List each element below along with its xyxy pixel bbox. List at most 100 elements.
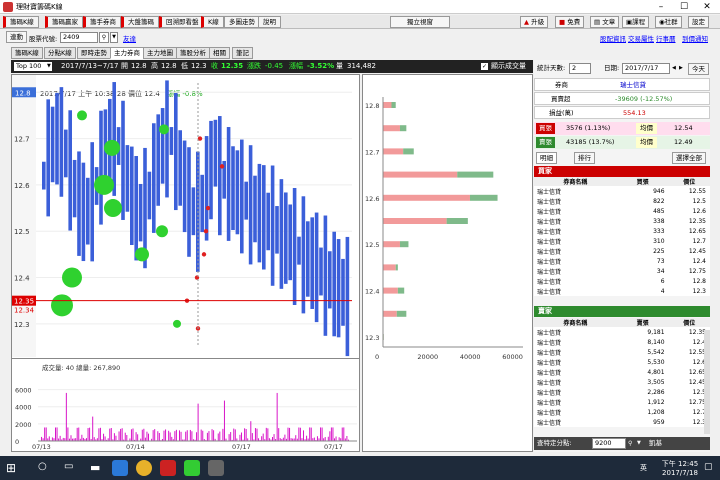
sync-button[interactable]: 連動 <box>6 31 27 43</box>
seller-row[interactable]: 瑞士信貸 1,912 12.75 <box>534 397 710 407</box>
today-button[interactable]: 今天 <box>688 63 709 75</box>
buyer-row[interactable]: 瑞士信貸 338 12.35 <box>534 216 710 226</box>
buyer-qty: 338 <box>653 217 665 225</box>
distribution-bar-pink <box>383 310 397 317</box>
buyer-row[interactable]: 瑞士信貸 6 12.8 <box>534 276 710 286</box>
price-distribution-panel[interactable]: 12.8 12.7 12.6 12.5 12.4 12.3 0 20000 40000 60000 <box>362 74 533 452</box>
buyer-row[interactable]: 瑞士信貸 34 12.75 <box>534 266 710 276</box>
menu-tab-replay[interactable]: 回溯即看盤 <box>159 16 204 28</box>
settings-button[interactable]: 設定 <box>688 16 709 28</box>
windows-start-icon[interactable]: ⊞ <box>6 461 16 475</box>
seller-row[interactable]: 瑞士信貸 9,181 12.35 <box>534 327 710 337</box>
seller-row[interactable]: 瑞士信貸 5,530 12.6 <box>534 357 710 367</box>
show-volume-checkbox[interactable]: ✓ <box>481 63 488 70</box>
community-button[interactable]: ◉社群 <box>655 16 682 28</box>
close-icon[interactable]: ✕ <box>696 0 718 14</box>
tab-branch-k[interactable]: 分點K線 <box>44 47 76 59</box>
sellers-col-price[interactable]: 價位 <box>669 318 710 327</box>
price-alert-link[interactable]: 到價通知 <box>682 33 708 43</box>
buyer-row[interactable]: 瑞士信貸 333 12.65 <box>534 226 710 236</box>
buyers-col-broker[interactable]: 券商名稱 <box>534 177 617 186</box>
tab-stock-analysis[interactable]: 籌股分析 <box>176 47 210 59</box>
menu-tab-multi[interactable]: 多圖走勢 <box>224 16 260 28</box>
date-prev-icon[interactable]: ◀ <box>672 62 676 75</box>
chrome-icon[interactable] <box>136 460 152 476</box>
tab-notes[interactable]: 筆記 <box>232 47 253 59</box>
calendar-link[interactable]: 行事曆 <box>656 33 676 43</box>
menu-tab-broker[interactable]: 籌手券商 <box>83 16 121 28</box>
menu-tab-market-chip[interactable]: 大盤籌碼 <box>121 16 159 28</box>
buyers-col-price[interactable]: 價位 <box>669 177 710 186</box>
buyers-col-qty[interactable]: 買張 <box>617 177 669 186</box>
low-value: 12.3 <box>191 62 207 70</box>
free-button[interactable]: ■ 免費 <box>555 16 585 28</box>
stock-name-link[interactable]: 友達 <box>123 33 136 43</box>
dropdown-chevron-icon[interactable]: ▼ <box>110 32 118 43</box>
volume-chart-panel[interactable]: 成交量: 40 總量: 267,890 0 2000 4000 6000 07/13 07… <box>11 358 360 452</box>
query-chevron-icon[interactable]: ▼ <box>637 437 641 450</box>
select-all-button[interactable]: 選擇全部 <box>672 152 706 164</box>
standalone-window-button[interactable]: 獨立視窗 <box>390 16 450 28</box>
article-label: 文章 <box>602 18 616 26</box>
seller-row[interactable]: 瑞士信貸 1,208 12.7 <box>534 407 710 417</box>
sellers-col-qty[interactable]: 賣張 <box>617 318 669 327</box>
broker-detail-panel: 統計天數: 2 日期: 2017/7/17 ◀ ▶ 今天 券商 瑞士信貸 買賣超… <box>534 60 710 452</box>
buyer-row[interactable]: 瑞士信貸 310 12.7 <box>534 236 710 246</box>
minimize-icon[interactable]: – <box>650 0 672 14</box>
tab-main-broker[interactable]: 主力券商 <box>110 47 144 59</box>
menu-tab-help[interactable]: 說明 <box>258 16 281 28</box>
buyer-row[interactable]: 瑞士信貸 4 12.3 <box>534 286 710 296</box>
sellers-col-broker[interactable]: 券商名稱 <box>534 318 617 327</box>
line-icon[interactable] <box>184 460 200 476</box>
date-input[interactable]: 2017/7/17 <box>622 63 670 74</box>
broker-name[interactable]: 瑞士信貸 <box>620 79 646 92</box>
date-next-icon[interactable]: ▶ <box>679 62 683 75</box>
buyer-row[interactable]: 瑞士信貸 946 12.55 <box>534 186 710 196</box>
seller-row[interactable]: 瑞士信貸 5,542 12.55 <box>534 347 710 357</box>
app-taskbar-icon[interactable] <box>160 460 176 476</box>
tab-detail[interactable]: 明細 <box>536 152 557 164</box>
menu-tab-chip-k[interactable]: 籌碼K線 <box>3 16 39 28</box>
calculator-icon[interactable] <box>208 460 224 476</box>
tab-main-map[interactable]: 主力地圖 <box>143 47 177 59</box>
maximize-icon[interactable]: ☐ <box>673 0 695 14</box>
candle-bar <box>310 217 314 309</box>
volume-y-tick: 6000 <box>15 387 32 395</box>
tab-chip-k[interactable]: 籌碼K線 <box>11 47 43 59</box>
menu-tab-kline[interactable]: K線 <box>201 16 224 28</box>
seller-row[interactable]: 瑞士信貸 3,505 12.45 <box>534 377 710 387</box>
seller-row[interactable]: 瑞士信貸 4,801 12.65 <box>534 367 710 377</box>
buyer-row[interactable]: 瑞士信貸 822 12.5 <box>534 196 710 206</box>
top-chevron-icon[interactable]: ▼ <box>47 62 53 71</box>
tab-related[interactable]: 相關 <box>209 47 230 59</box>
query-search-icon[interactable]: ⚲ <box>628 437 632 450</box>
article-button[interactable]: ▤ 文章 <box>590 16 620 28</box>
dividend-info-link[interactable]: 股配資訊 <box>600 33 626 43</box>
clock[interactable]: 下午 12:45 2017/7/18 <box>660 459 700 477</box>
tab-realtime[interactable]: 即時走勢 <box>77 47 111 59</box>
distribution-bar-green <box>397 287 405 294</box>
seller-row[interactable]: 瑞士信貸 8,140 12.4 <box>534 337 710 347</box>
file-explorer-icon[interactable]: ▬ <box>90 461 100 474</box>
input-language[interactable]: 英 <box>640 463 647 473</box>
price-chart-panel[interactable]: 2017/7/17 上午 10:38:28 價位 12.4 漲幅 -0.8% 1… <box>11 74 360 374</box>
upgrade-button[interactable]: ▲ 升級 <box>520 16 549 28</box>
seller-row[interactable]: 瑞士信貸 2,286 12.5 <box>534 387 710 397</box>
search-icon[interactable]: ⚲ <box>99 32 109 43</box>
buyer-row[interactable]: 瑞士信貸 73 12.4 <box>534 256 710 266</box>
notification-icon[interactable]: ▢ <box>704 462 713 472</box>
search-taskbar-icon[interactable]: ○ <box>38 461 47 472</box>
edge-icon[interactable] <box>112 460 128 476</box>
buyer-row[interactable]: 瑞士信貸 485 12.6 <box>534 206 710 216</box>
sellers-scrollbar[interactable] <box>704 330 710 434</box>
query-input[interactable]: 9200 <box>592 438 626 449</box>
menu-tab-chip-winner[interactable]: 籌碼贏家 <box>45 16 83 28</box>
tab-rank[interactable]: 排行 <box>574 152 595 164</box>
task-view-icon[interactable]: ▭ <box>64 461 73 472</box>
days-select[interactable]: 2 <box>569 63 591 74</box>
seller-row[interactable]: 瑞士信貸 959 12.3 <box>534 417 710 427</box>
trade-attr-link[interactable]: 交易屬性 <box>628 33 654 43</box>
stock-code-input[interactable]: 2409 <box>60 32 98 43</box>
course-button[interactable]: ▣課程 <box>622 16 650 28</box>
buyer-row[interactable]: 瑞士信貸 225 12.45 <box>534 246 710 256</box>
